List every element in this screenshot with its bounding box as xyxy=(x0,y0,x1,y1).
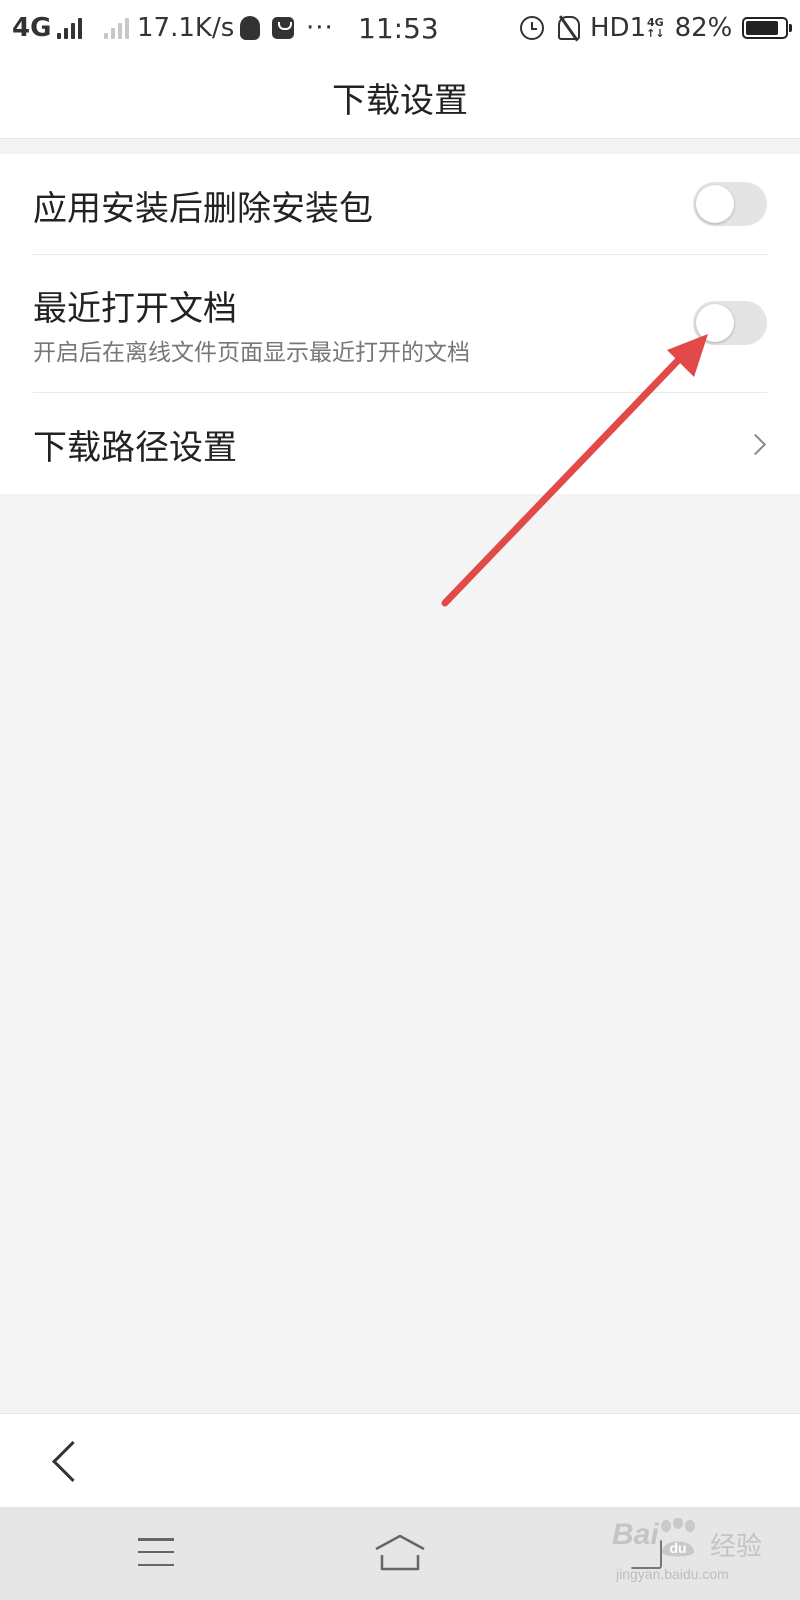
setting-download-path-label: 下载路径设置 xyxy=(33,428,237,468)
battery-fill xyxy=(746,21,778,35)
page-title: 下载设置 xyxy=(332,80,468,121)
shopping-bag-icon xyxy=(272,17,294,39)
network-type-label: 4G xyxy=(12,13,52,43)
setting-delete-package-label: 应用安装后删除安装包 xyxy=(33,189,373,229)
chevron-right-icon xyxy=(744,433,767,456)
baidu-jingyan-watermark: Bai du 经验 jingyan.baidu.com xyxy=(612,1518,762,1588)
qq-penguin-icon xyxy=(240,16,260,40)
status-bar: 4G 17.1K/s ··· 11:53 HD1 4G ↑↓ 82% xyxy=(0,0,800,56)
watermark-label: 经验 xyxy=(710,1532,763,1562)
setting-recent-docs-row[interactable]: 最近打开文档 开启后在离线文件页面显示最近打开的文档 xyxy=(0,255,800,392)
bell-off-icon xyxy=(558,16,580,40)
battery-icon xyxy=(742,17,793,39)
setting-recent-docs-label: 最近打开文档 xyxy=(33,289,237,329)
home-icon[interactable] xyxy=(372,1533,428,1573)
time-label: 11:53 xyxy=(358,11,439,45)
data-activity-icon: 4G ↑↓ xyxy=(646,17,664,39)
watermark-logo-text: Bai xyxy=(612,1518,659,1551)
more-notifications-icon: ··· xyxy=(306,13,334,43)
system-indicators: HD1 4G ↑↓ 82% xyxy=(520,0,793,56)
battery-percent-label: 82% xyxy=(674,13,733,43)
watermark-du-text: du xyxy=(669,1540,686,1556)
clock: 11:53 xyxy=(358,0,439,56)
signal-strength-icon xyxy=(57,17,83,39)
data-arrows-label: ↑↓ xyxy=(646,27,665,40)
settings-list: 应用安装后删除安装包 最近打开文档 开启后在离线文件页面显示最近打开的文档 下载… xyxy=(0,154,800,494)
secondary-signal-icon xyxy=(104,17,129,39)
net-speed-label: 17.1K/s xyxy=(137,13,235,43)
signal-group-secondary: 17.1K/s xyxy=(104,0,234,56)
alarm-clock-icon xyxy=(520,16,544,40)
watermark-logo: Bai xyxy=(612,1518,659,1552)
setting-delete-package-row[interactable]: 应用安装后删除安装包 xyxy=(0,154,800,254)
setting-recent-docs-subtitle: 开启后在离线文件页面显示最近打开的文档 xyxy=(33,340,470,366)
watermark-url: jingyan.baidu.com xyxy=(616,1566,729,1582)
toggle-knob xyxy=(696,185,734,223)
recent-docs-toggle[interactable] xyxy=(693,301,767,345)
title-bar: 下载设置 xyxy=(0,56,800,139)
hd-label: HD1 xyxy=(590,13,647,43)
bottom-toolbar xyxy=(0,1413,800,1508)
paw-icon: du xyxy=(661,1518,695,1557)
menu-icon[interactable] xyxy=(138,1538,174,1566)
setting-download-path-row[interactable]: 下载路径设置 xyxy=(0,393,800,494)
delete-package-toggle[interactable] xyxy=(693,182,767,226)
back-arrow-icon[interactable] xyxy=(51,1440,94,1483)
notification-icons: ··· xyxy=(240,0,334,56)
signal-group-primary: 4G xyxy=(12,0,83,56)
toggle-knob xyxy=(696,304,734,342)
